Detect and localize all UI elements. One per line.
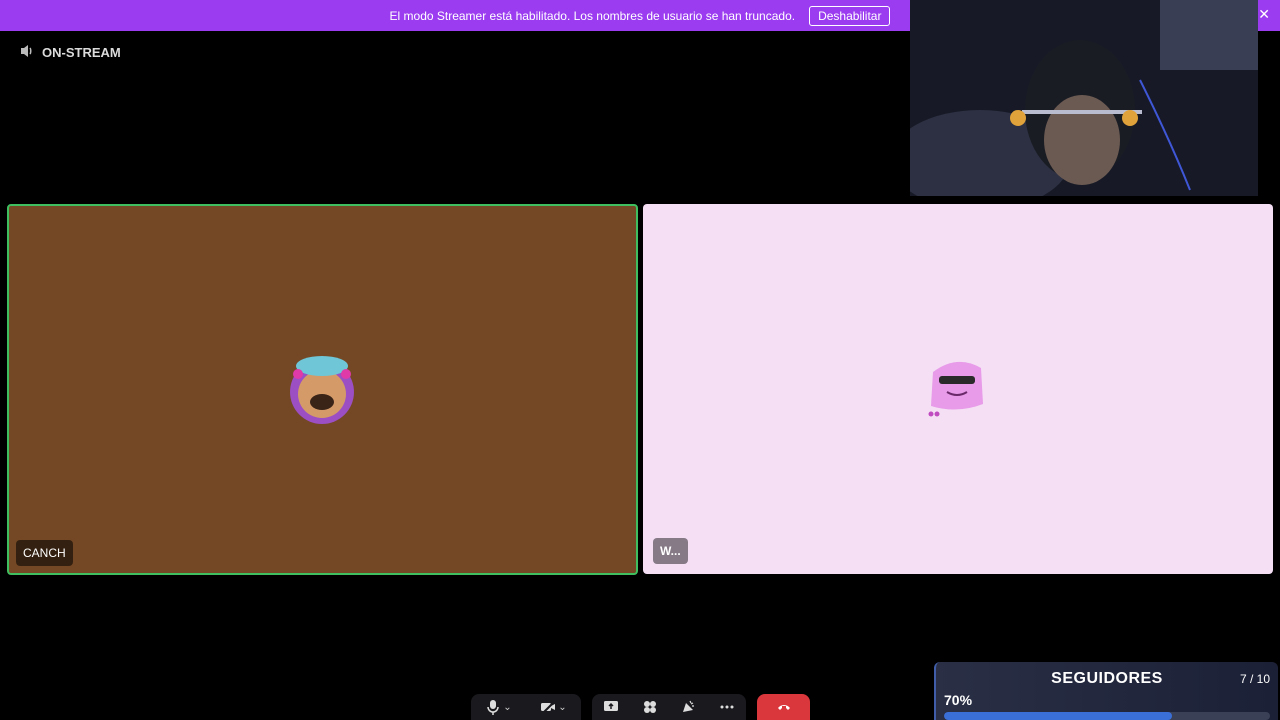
disable-streamer-mode-button[interactable]: Deshabilitar [809, 5, 891, 26]
camera-off-icon[interactable]: ⌄ [540, 699, 567, 715]
broadcast-icon [18, 43, 34, 62]
chevron-down-icon[interactable]: ⌄ [558, 702, 566, 713]
goal-title: SEGUIDORES [1051, 670, 1163, 687]
goal-percent: 70% [944, 692, 973, 708]
activity-controls-group [592, 694, 746, 720]
participant-name-tag: CANCH [16, 540, 73, 566]
hang-up-icon [776, 699, 792, 715]
soundboard-icon[interactable] [680, 699, 696, 715]
close-icon[interactable]: ✕ [1258, 6, 1270, 23]
banner-message: El modo Streamer está habilitado. Los no… [389, 8, 796, 23]
on-stream-indicator: ON-STREAM [18, 43, 121, 62]
microphone-icon[interactable]: ⌄ [485, 699, 512, 715]
goal-progress-bar [944, 712, 1270, 720]
on-stream-label: ON-STREAM [42, 45, 121, 60]
goal-progress-fill [944, 712, 1173, 720]
disconnect-button[interactable] [757, 694, 810, 720]
participant-tile-w[interactable]: W... [643, 204, 1273, 574]
participant-avatar [285, 352, 359, 426]
webcam-overlay [910, 0, 1258, 196]
participant-name-tag: W... [653, 538, 688, 564]
participant-avatar [921, 354, 993, 420]
chevron-down-icon[interactable]: ⌄ [503, 702, 511, 713]
more-icon[interactable] [719, 699, 735, 715]
participant-tile-canch[interactable]: CANCH [7, 204, 638, 575]
screen-share-icon[interactable] [603, 699, 619, 715]
goal-count: 7 / 10 [1239, 672, 1270, 686]
voice-controls-group: ⌄ ⌄ [471, 694, 581, 720]
activities-icon[interactable] [642, 699, 658, 715]
followers-goal-widget: SEGUIDORES 7 / 10 70% [934, 662, 1278, 720]
